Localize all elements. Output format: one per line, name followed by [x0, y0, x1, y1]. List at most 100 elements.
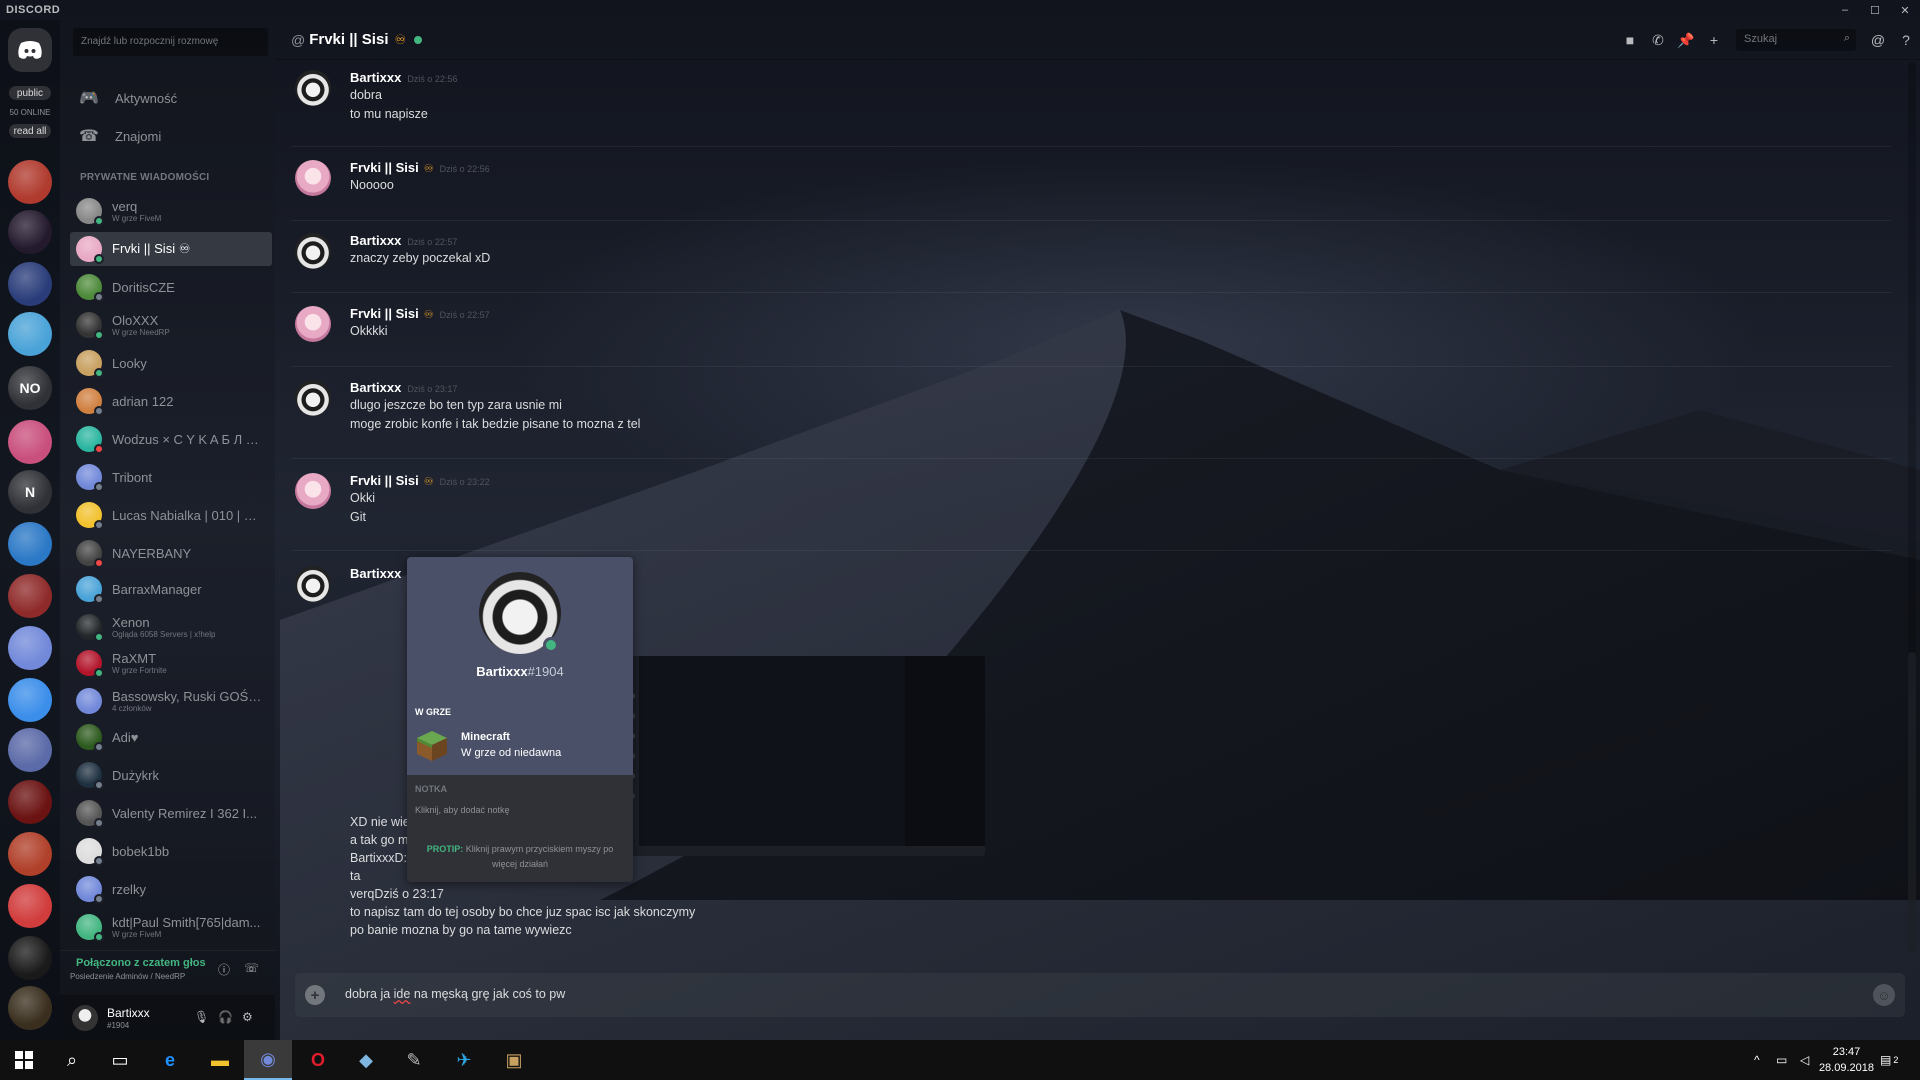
notifications-icon[interactable]: ▤ 2: [1880, 1040, 1898, 1080]
server-icon[interactable]: [8, 986, 52, 1030]
dm-item[interactable]: Valenty Remirez I 362 I...: [70, 796, 272, 830]
dm-item[interactable]: Adi♥: [70, 720, 272, 754]
note-input[interactable]: Kliknij, aby dodać notkę: [415, 805, 510, 815]
dm-item[interactable]: adrian 122: [70, 384, 272, 418]
dm-activity: 4 członków: [112, 704, 152, 713]
server-icon[interactable]: [8, 678, 52, 722]
windows-start-icon[interactable]: [0, 1040, 48, 1080]
dm-item[interactable]: RaXMT W grze Fortnite: [70, 646, 272, 680]
nav-friends[interactable]: ☎ Znajomi: [70, 120, 270, 152]
dm-item[interactable]: BarraxManager: [70, 572, 272, 606]
dm-item[interactable]: rzelky: [70, 872, 272, 906]
taskbar-clock[interactable]: 23:47 28.09.2018: [1819, 1044, 1874, 1076]
dm-item[interactable]: Xenon Ogląda 6058 Servers | x!help: [70, 610, 272, 644]
server-icon[interactable]: [8, 420, 52, 464]
discord-taskbar-icon[interactable]: ◉: [244, 1040, 292, 1080]
dm-item[interactable]: bobek1bb: [70, 834, 272, 868]
close-icon[interactable]: ✕: [1890, 0, 1920, 20]
author-avatar[interactable]: [295, 70, 331, 106]
pin-icon[interactable]: 📌: [1672, 32, 1700, 49]
notes-app-icon[interactable]: ◆: [342, 1040, 390, 1080]
task-view-icon[interactable]: ▭: [96, 1040, 144, 1080]
author-avatar[interactable]: [295, 380, 331, 416]
author-avatar[interactable]: [295, 233, 331, 269]
header-search-input[interactable]: Szukaj ⌕: [1736, 29, 1856, 51]
file-explorer-icon[interactable]: ▬: [196, 1040, 244, 1080]
public-pill[interactable]: public: [9, 86, 51, 100]
dm-item[interactable]: OloXXX W grze NeedRP: [70, 308, 272, 342]
dm-item[interactable]: DoritisCZE: [70, 270, 272, 304]
voice-call-icon[interactable]: ✆: [1644, 32, 1672, 49]
author-avatar[interactable]: [295, 306, 331, 342]
dm-item[interactable]: kdt|Paul Smith[765|dam... W grze FiveM: [70, 910, 272, 944]
mentions-icon[interactable]: @: [1864, 32, 1892, 48]
tray-chevron-icon[interactable]: ^: [1754, 1040, 1760, 1080]
edge-browser-icon[interactable]: e: [146, 1040, 194, 1080]
scrollbar-thumb[interactable]: [1908, 652, 1916, 952]
network-icon[interactable]: ▭: [1776, 1040, 1787, 1080]
author-name[interactable]: Bartixxx: [350, 380, 401, 395]
minimize-icon[interactable]: –: [1830, 0, 1860, 20]
author-name[interactable]: Bartixxx: [350, 70, 401, 85]
server-icon[interactable]: [8, 262, 52, 306]
image-attachment[interactable]: [625, 656, 985, 856]
add-friend-icon[interactable]: +: [1700, 32, 1728, 48]
dm-item[interactable]: NAYERBANY: [70, 536, 272, 570]
dm-item[interactable]: Wodzus × C Y K A Б Л Я...: [70, 422, 272, 456]
info-icon[interactable]: ⓘ: [218, 961, 230, 978]
dm-item[interactable]: Bassowsky, Ruski GOŚĆ... 4 członków: [70, 684, 272, 718]
author-name[interactable]: Bartixxx: [350, 566, 401, 581]
upload-plus-icon[interactable]: +: [305, 985, 325, 1005]
server-icon[interactable]: [8, 210, 52, 254]
nav-activity[interactable]: 🎮 Aktywność: [70, 82, 270, 114]
read-all-button[interactable]: read all: [9, 124, 51, 138]
server-icon[interactable]: [8, 780, 52, 824]
microphone-icon[interactable]: 🎙: [194, 1010, 209, 1024]
emoji-icon[interactable]: ☺: [1873, 984, 1895, 1006]
voice-channel[interactable]: Posiedzenie Adminów / NeedRP: [70, 972, 185, 981]
server-icon[interactable]: NO: [8, 366, 52, 410]
server-icon[interactable]: [8, 574, 52, 618]
author-name[interactable]: Frvki || Sisi: [350, 473, 419, 488]
minecraft-taskbar-icon[interactable]: ▣: [490, 1040, 538, 1080]
volume-icon[interactable]: ◁: [1800, 1040, 1809, 1080]
author-name[interactable]: Bartixxx: [350, 233, 401, 248]
settings-gear-icon[interactable]: ⚙: [242, 1010, 253, 1024]
opera-icon[interactable]: O: [294, 1040, 342, 1080]
dm-item[interactable]: Looky: [70, 346, 272, 380]
dm-item[interactable]: Lucas Nabialka | 010 | m...: [70, 498, 272, 532]
server-icon[interactable]: [8, 832, 52, 876]
dm-item[interactable]: Dużykrk: [70, 758, 272, 792]
message-divider: [291, 146, 1891, 147]
dm-item[interactable]: verq W grze FiveM: [70, 194, 272, 228]
video-call-icon[interactable]: ■: [1616, 32, 1644, 48]
help-icon[interactable]: ?: [1892, 32, 1920, 48]
author-name[interactable]: Frvki || Sisi: [350, 306, 419, 321]
dm-item[interactable]: Frvki || Sisi ♾: [70, 232, 272, 266]
server-icon[interactable]: [8, 884, 52, 928]
server-icon[interactable]: [8, 936, 52, 980]
disconnect-icon[interactable]: ☏: [244, 961, 259, 975]
taskbar-search-icon[interactable]: ⌕: [48, 1040, 96, 1080]
server-icon[interactable]: [8, 160, 52, 204]
dm-search-input[interactable]: Znajdź lub rozpocznij rozmowę: [73, 28, 268, 56]
server-icon[interactable]: [8, 728, 52, 772]
author-name[interactable]: Frvki || Sisi: [350, 160, 419, 175]
dm-item[interactable]: Tribont: [70, 460, 272, 494]
headphones-icon[interactable]: 🎧: [218, 1010, 233, 1024]
server-icon[interactable]: [8, 626, 52, 670]
author-avatar[interactable]: [295, 473, 331, 509]
message-input[interactable]: dobra ja ide na męską grę jak coś to pw: [345, 987, 565, 1001]
telegram-icon[interactable]: ✈: [440, 1040, 488, 1080]
author-avatar[interactable]: [295, 566, 331, 602]
chat-scrollbar[interactable]: [1908, 62, 1916, 952]
server-icon[interactable]: [8, 522, 52, 566]
maximize-icon[interactable]: ☐: [1860, 0, 1890, 20]
home-discord-icon[interactable]: [8, 28, 52, 72]
server-icon[interactable]: N: [8, 470, 52, 514]
server-icon[interactable]: [8, 312, 52, 356]
message-composer[interactable]: + dobra ja ide na męską grę jak coś to p…: [295, 973, 1905, 1017]
paint-app-icon[interactable]: ✎: [390, 1040, 438, 1080]
author-avatar[interactable]: [295, 160, 331, 196]
user-avatar[interactable]: [72, 1005, 98, 1031]
